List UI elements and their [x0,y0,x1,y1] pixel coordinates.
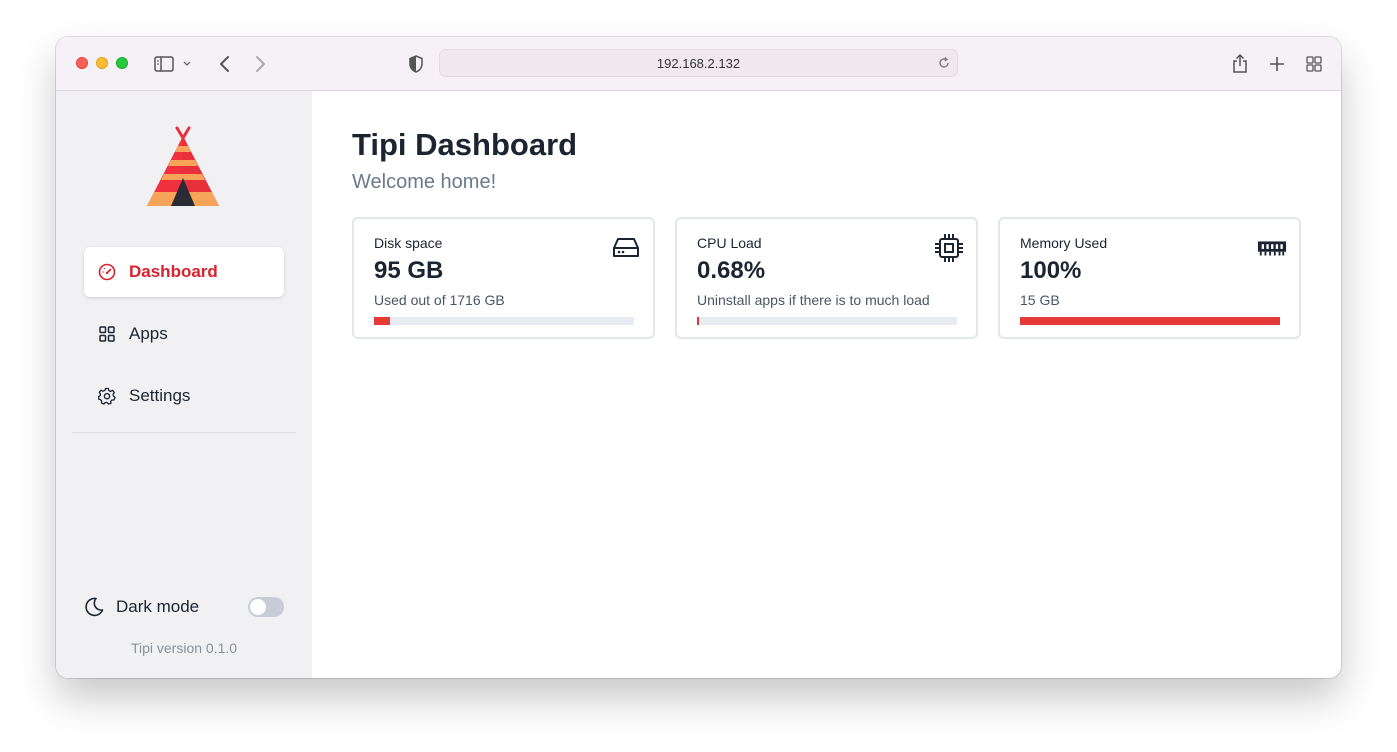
cpu-progress-bar [697,317,957,325]
chevron-down-icon[interactable] [180,52,194,76]
page-title: Tipi Dashboard [352,127,578,162]
sidebar-toggle-icon[interactable] [152,52,176,76]
back-icon[interactable] [213,52,237,76]
version-text: Tipi version 0.1.0 [130,640,238,656]
cpu-load-card: CPU Load 0.68% Uninstall apps if there i… [675,217,978,339]
card-title: Memory Used [1020,235,1108,251]
progress-fill [1020,317,1280,325]
card-subtext: Used out of 1716 GB [374,292,505,308]
progress-fill [374,317,390,325]
tipi-logo[interactable] [146,126,221,208]
memory-progress-bar [1020,317,1280,325]
address-bar-url: 192.168.2.132 [656,56,741,71]
forward-icon[interactable] [248,52,272,76]
sidebar-item-settings[interactable]: Settings [84,371,284,421]
sidebar: Dashboard Apps Settings Dark mode Tipi v… [56,91,312,678]
memory-icon [1257,233,1287,263]
gear-icon [98,387,116,405]
toggle-knob [250,599,266,615]
browser-window: 192.168.2.132 Dashboard Apps Settings Da… [56,37,1341,678]
card-value: 95 GB [374,257,444,284]
dark-mode-label: Dark mode [116,597,200,616]
sidebar-item-label: Dashboard [129,262,218,281]
memory-used-card: Memory Used 100% 15 GB [998,217,1301,339]
reload-icon[interactable] [937,56,951,75]
close-window-button[interactable] [76,57,88,69]
disk-space-card: Disk space 95 GB Used out of 1716 GB [352,217,655,339]
dark-mode-row: Dark mode [84,594,284,620]
main-content: Tipi Dashboard Welcome home! Disk space … [312,91,1341,678]
browser-toolbar: 192.168.2.132 [56,37,1341,91]
disk-progress-bar [374,317,634,325]
sidebar-item-label: Apps [129,324,168,343]
sidebar-item-label: Settings [129,386,191,405]
card-value: 100% [1020,257,1082,284]
card-subtext: 15 GB [1020,292,1060,308]
sidebar-divider [72,432,296,433]
address-bar[interactable]: 192.168.2.132 [439,49,958,77]
share-icon[interactable] [1228,52,1252,76]
sidebar-item-apps[interactable]: Apps [84,309,284,359]
card-title: CPU Load [697,235,762,251]
moon-icon [84,597,104,617]
card-value: 0.68% [697,257,766,284]
new-tab-icon[interactable] [1265,52,1289,76]
grid-icon [98,325,116,343]
card-title: Disk space [374,235,443,251]
tab-overview-icon[interactable] [1302,52,1326,76]
hard-drive-icon [611,233,641,263]
progress-fill [697,317,699,325]
privacy-shield-icon[interactable] [404,52,428,76]
dark-mode-toggle[interactable] [248,597,284,617]
minimize-window-button[interactable] [96,57,108,69]
gauge-icon [98,263,116,281]
cpu-icon [934,233,964,263]
page-subtitle: Welcome home! [352,171,497,193]
sidebar-item-dashboard[interactable]: Dashboard [84,247,284,297]
card-subtext: Uninstall apps if there is to much load [697,292,930,308]
zoom-window-button[interactable] [116,57,128,69]
